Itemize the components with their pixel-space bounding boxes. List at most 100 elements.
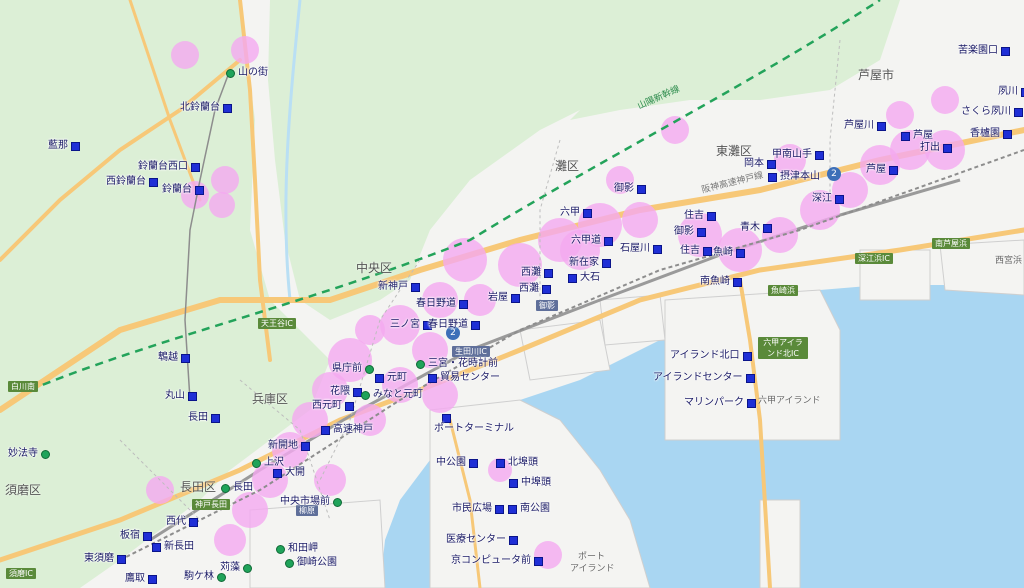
station-uchide[interactable]: 打出 [920,142,952,154]
station-rokko[interactable]: 六甲 [560,207,592,219]
station-koroen[interactable]: 香櫨園 [970,128,1012,140]
station-shinzaike[interactable]: 新在家 [569,257,611,269]
station-iryo-center[interactable]: 医療センター [446,534,518,546]
station-marker [143,531,152,541]
station-nishimotomachi[interactable]: 西元町 [312,400,354,412]
station-shin-kobe[interactable]: 新神戸 [378,281,420,293]
station-uozaki[interactable]: 魚崎 [713,247,745,259]
station-kitasuzurandai[interactable]: 北鈴蘭台 [180,102,232,114]
station-marker [815,150,824,160]
station-mikage[interactable]: 御影 [674,226,706,238]
station-motomachi[interactable]: 元町 [375,372,407,384]
station-kencho[interactable]: 県庁前 [332,363,374,375]
station-itayado[interactable]: 板宿 [120,530,152,542]
station-komagabayashi[interactable]: 駒ケ林 [184,571,226,583]
station-daikai[interactable]: 大開 [273,467,305,479]
station-maruyama[interactable]: 丸山 [165,390,197,402]
station-takatori[interactable]: 鷹取 [125,573,157,585]
station-nagata-2[interactable]: 長田 [221,482,253,494]
station-marker [361,390,370,400]
station-nishidai[interactable]: 西代 [166,516,198,528]
station-port-terminal[interactable]: ポートターミナル [434,414,514,435]
station-marker [1003,129,1012,139]
station-marine-park[interactable]: マリンパーク [684,397,756,409]
station-marker [495,504,504,514]
station-marker [442,414,451,423]
station-marker [604,236,613,246]
station-marker [181,353,190,363]
station-hiyodorigoe[interactable]: 鵯越 [158,352,190,364]
station-myohoji[interactable]: 妙法寺 [8,448,50,460]
station-ooishi[interactable]: 大石 [568,272,600,284]
station-shinkaichi[interactable]: 新開地 [268,440,310,452]
station-marker [471,320,480,330]
map-canvas[interactable]: 芦屋市 東灘区 灘区 中央区 兵庫区 長田区 須磨区 山陽新幹線 阪神高速神戸線… [0,0,1024,588]
station-misaki-koen[interactable]: 御崎公園 [285,557,337,569]
station-marker [459,299,468,309]
area-higashinada: 東灘区 [716,144,753,158]
station-sannomiya-hanadokei[interactable]: 三宮・花時計前 [416,358,498,370]
station-minami-koen[interactable]: 南公園 [508,503,550,515]
station-chuo-ichiba[interactable]: 中央市場前 [280,496,342,508]
station-kyoto-computer[interactable]: 京コンピュータ前 [451,555,543,567]
station-marker [496,458,505,468]
station-kasuganomichi-2[interactable]: 春日野道 [428,319,480,331]
road-sign-shirakawa: 白川南 [8,381,38,392]
station-marker [733,277,742,287]
station-kasuganomichi[interactable]: 春日野道 [416,298,468,310]
station-marker [243,563,252,573]
station-marker [217,572,226,582]
station-iwaya[interactable]: 岩屋 [488,292,520,304]
station-yamanomachi[interactable]: 山の街 [226,67,268,79]
area-chuo: 中央区 [356,261,393,275]
station-island-center[interactable]: アイランドセンター [653,372,755,384]
station-fukae[interactable]: 深江 [812,193,844,205]
station-suzurandai[interactable]: 鈴蘭台 [162,184,204,196]
station-hanakuma[interactable]: 花隈 [330,386,362,398]
station-marker [508,504,517,514]
station-boeki-center[interactable]: 貿易センター [428,372,500,384]
station-ishiyagawa[interactable]: 石屋川 [620,243,662,255]
station-nishisuzurandai[interactable]: 西鈴蘭台 [106,176,158,188]
station-aino[interactable]: 藍那 [48,140,80,152]
station-mikage-hankyu[interactable]: 御影 [614,183,646,195]
station-ashiya[interactable]: 芦屋 [901,130,933,142]
station-kurakuenguchi[interactable]: 苦楽園口 [958,45,1010,57]
station-island-kitaguchi[interactable]: アイランド北口 [670,350,752,362]
station-sumiyoshi[interactable]: 住吉 [684,210,716,222]
station-nakafuto[interactable]: 中埠頭 [509,477,551,489]
station-shin-nagata[interactable]: 新長田 [152,541,194,553]
station-marker [542,284,551,294]
station-ashiya-hanshin[interactable]: 芦屋 [866,164,898,176]
station-kosoku-kobe[interactable]: 高速神戸 [321,424,373,436]
station-marker [345,401,354,411]
station-sannomiya[interactable]: 三ノ宮 [390,319,432,331]
station-marker [534,556,543,566]
station-sakura-shukugawa[interactable]: さくら夙川 [961,106,1023,118]
station-konan-yamate[interactable]: 甲南山手 [772,149,824,161]
station-ashiyagawa[interactable]: 芦屋川 [844,120,886,132]
station-aoki[interactable]: 青木 [740,222,772,234]
station-marker [763,223,772,233]
station-ooishi-kita[interactable]: 西灘 [521,267,553,279]
station-naka-koen[interactable]: 中公園 [436,457,478,469]
station-shukugawa[interactable]: 夙川 [998,86,1024,98]
station-minatomotomachi[interactable]: みなと元町 [361,389,423,401]
station-marker [285,558,294,568]
station-marker [707,211,716,221]
route-badge-2-east: 2 [827,167,841,181]
station-higashisuma[interactable]: 東須磨 [84,553,126,565]
station-kitafuto[interactable]: 北埠頭 [496,457,538,469]
station-minamiuozaki[interactable]: 南魚崎 [700,276,742,288]
station-marker [221,483,230,493]
station-rokkomichi[interactable]: 六甲道 [571,235,613,247]
station-nishinada[interactable]: 西灘 [519,283,551,295]
station-marker [211,413,220,423]
station-nagata-k[interactable]: 長田 [188,412,220,424]
station-marker [152,542,161,552]
station-sumiyoshi-2[interactable]: 住吉 [680,245,712,257]
station-suzurandai-nishi[interactable]: 鈴蘭台西口 [138,161,200,173]
station-setsutsu-motoyama[interactable]: 摂津本山 [768,171,820,183]
station-shimin-hiroba[interactable]: 市民広場 [452,503,504,515]
station-wadamisaki[interactable]: 和田岬 [276,543,318,555]
